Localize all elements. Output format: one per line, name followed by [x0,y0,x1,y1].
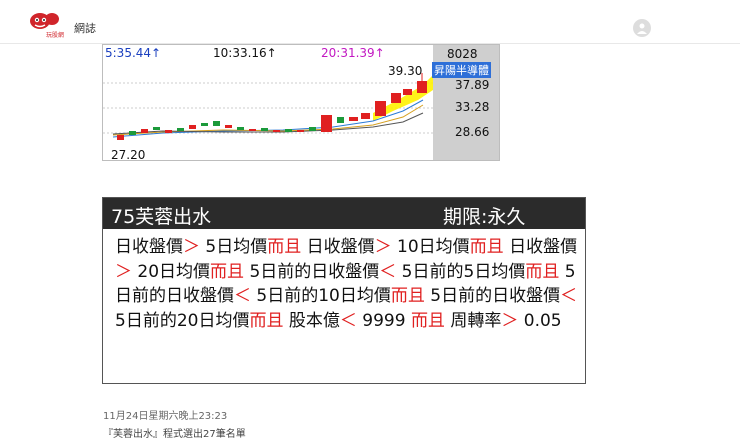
time-label-3: 20:31.39↑ [321,46,385,60]
brand-name: 玩股網 [46,32,65,39]
condition-term: 日收盤價 [115,237,183,257]
condition-operator: ＜ [379,261,397,282]
top-value: 8028 [447,47,478,61]
post-date: 11月24日星期六晚上23:23 [103,411,228,422]
condition-operator: ＞ [501,310,519,331]
up-arrow-icon: ↑ [374,46,385,60]
card-header: 75芙蓉出水 期限:永久 [103,198,585,229]
condition-term: 0.05 [518,310,562,331]
condition-term: 股本億 [283,310,340,331]
condition-term: 5日前的10日均價 [251,286,391,306]
condition-term: 5日前的日收盤價 [244,261,380,282]
strategy-period: 期限:永久 [443,206,526,228]
condition-term: 5日均價 [200,237,268,257]
strategy-conditions: 日收盤價＞ 5日均價而且 日收盤價＞ 10日均價而且 日收盤價＞ 20日均價而且… [115,235,580,333]
condition-term: 9999 [356,310,411,331]
condition-operator: ＞ [183,237,200,257]
condition-term: 10日均價 [391,237,470,257]
condition-term: 5日前的5日均價 [396,261,526,282]
stock-chart-image: 5:35.44↑ 10:33.16↑ 20:31.39↑ 8028 39.30 … [102,44,500,161]
condition-term: 周轉率 [444,310,502,331]
condition-term: 5日前的日收盤價 [424,286,561,306]
up-arrow-icon: ↑ [151,46,162,60]
condition-operator: 而且 [267,237,302,257]
condition-operator: 而且 [390,286,425,306]
condition-operator: 而且 [410,310,445,331]
post-caption[interactable]: 『芙蓉出水』程式選出27筆名單 [103,425,246,440]
condition-operator: ＜ [560,286,578,306]
high-label: 39.30 [388,64,423,78]
condition-operator: ＞ [374,237,392,257]
low-label: 27.20 [111,148,146,161]
stock-badge: 昇陽半導體 [432,62,491,78]
page-title[interactable]: 網誌 [74,20,96,36]
strategy-card: 75芙蓉出水 期限:永久 日收盤價＞ 5日均價而且 日收盤價＞ 10日均價而且 … [102,197,586,384]
time-label-2: 10:33.16↑ [213,46,277,60]
condition-term: 20日均價 [132,261,211,282]
condition-term: 日收盤價 [301,237,375,257]
avatar[interactable] [633,19,651,37]
condition-operator: ＜ [234,286,251,306]
price-level-2: 33.28 [455,100,490,114]
condition-operator: 而且 [249,310,284,331]
condition-term: 5日前的20日均價 [115,310,250,331]
price-level-3: 28.66 [455,125,490,139]
avatar-icon [637,23,647,34]
condition-operator: ＜ [339,310,357,331]
condition-term: 日收盤價 [503,237,578,257]
strategy-title: 75芙蓉出水 [111,206,212,228]
condition-operator: 而且 [469,237,504,257]
condition-operator: ＞ [115,261,132,282]
time-label-1: 5:35.44↑ [105,46,162,60]
up-arrow-icon: ↑ [266,46,277,60]
condition-operator: 而且 [525,261,560,282]
condition-operator: 而且 [210,261,245,282]
top-bar: 玩股網 網誌 [0,0,740,44]
price-level-1: 37.89 [455,78,490,92]
